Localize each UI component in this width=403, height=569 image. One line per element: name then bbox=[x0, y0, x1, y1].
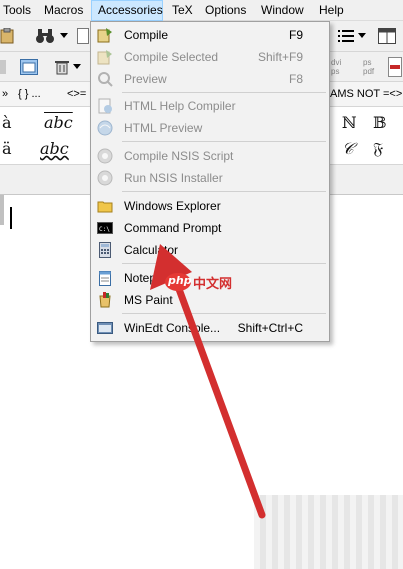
columns-icon[interactable] bbox=[378, 28, 396, 44]
dvi-ps-button[interactable]: dvi ps bbox=[331, 58, 341, 76]
menu-tex[interactable]: TeX bbox=[172, 0, 193, 21]
trash-icon[interactable] bbox=[54, 59, 70, 75]
menu-item-calculator[interactable]: Calculator bbox=[93, 239, 327, 261]
menu-bar: Tools Macros Accessories TeX Options Win… bbox=[0, 0, 403, 21]
cmd-icon: C:\ bbox=[97, 222, 113, 234]
palette-umlaut-a[interactable]: ä bbox=[2, 139, 12, 158]
palette-grave-a[interactable]: à bbox=[2, 113, 12, 132]
palette-mathbb-n[interactable]: ℕ bbox=[342, 113, 357, 132]
palette-widetilde-abc[interactable]: abc bbox=[40, 139, 69, 158]
menu-separator bbox=[122, 313, 326, 314]
menu-item-windows-explorer[interactable]: Windows Explorer bbox=[93, 195, 327, 217]
menu-item-run-nsis-installer[interactable]: Run NSIS Installer bbox=[93, 167, 327, 189]
menu-item-compile-nsis-script[interactable]: Compile NSIS Script bbox=[93, 145, 327, 167]
binoculars-icon[interactable] bbox=[35, 27, 55, 45]
svg-text:C:\: C:\ bbox=[99, 226, 110, 233]
nsis-compile-icon bbox=[97, 148, 113, 164]
ps-pdf-button[interactable]: ps pdf bbox=[363, 58, 374, 76]
menu-item-command-prompt[interactable]: C:\ Command Prompt bbox=[93, 217, 327, 239]
pdf-doc-icon[interactable] bbox=[388, 57, 402, 77]
menu-item-html-preview[interactable]: HTML Preview bbox=[93, 117, 327, 139]
magnifier-icon bbox=[98, 72, 113, 87]
blurred-region bbox=[254, 495, 403, 569]
folder-icon bbox=[97, 201, 113, 213]
nsis-run-icon bbox=[97, 170, 113, 186]
menu-tools[interactable]: Tools bbox=[3, 0, 31, 21]
paint-icon bbox=[99, 292, 111, 308]
arrows-tab[interactable]: <>= bbox=[67, 88, 86, 100]
menu-macros[interactable]: Macros bbox=[44, 0, 83, 21]
menu-item-compile[interactable]: Compile F9 bbox=[93, 24, 327, 46]
notepad-icon bbox=[99, 271, 111, 286]
menu-item-html-help-compiler[interactable]: HTML Help Compiler bbox=[93, 95, 327, 117]
compile-icon bbox=[97, 28, 112, 43]
html-help-icon bbox=[98, 98, 112, 114]
menu-item-preview[interactable]: Preview F8 bbox=[93, 68, 327, 90]
watermark: php 中文网 bbox=[165, 271, 245, 293]
menu-options[interactable]: Options bbox=[205, 0, 246, 21]
menu-separator bbox=[122, 263, 326, 264]
menu-item-winedt-console[interactable]: WinEdt Console... Shift+Ctrl+C bbox=[93, 317, 327, 339]
menu-help[interactable]: Help bbox=[319, 0, 344, 21]
console-icon bbox=[97, 322, 113, 334]
toolbar-handle-icon bbox=[0, 60, 6, 74]
calculator-icon bbox=[99, 242, 111, 258]
palette-mathbb-b[interactable]: 𝔹 bbox=[373, 113, 387, 132]
paste-icon[interactable] bbox=[0, 28, 14, 44]
menu-accessories[interactable]: Accessories bbox=[91, 0, 163, 21]
menu-window[interactable]: Window bbox=[261, 0, 304, 21]
watermark-site: 中文网 bbox=[193, 277, 233, 292]
menu-separator bbox=[122, 141, 326, 142]
menu-separator bbox=[122, 92, 326, 93]
list-bullets-icon[interactable] bbox=[338, 29, 354, 43]
brace-tab[interactable]: { } ... bbox=[18, 88, 41, 100]
accessories-menu: Compile F9 Compile Selected Shift+F9 Pre… bbox=[90, 21, 330, 342]
trash-dropdown-chevron-icon[interactable] bbox=[73, 64, 81, 70]
arrow-tab[interactable]: » bbox=[2, 88, 8, 100]
text-cursor bbox=[10, 207, 12, 229]
find-dropdown-chevron-icon[interactable] bbox=[60, 33, 68, 39]
editor-gutter bbox=[0, 195, 4, 225]
list-dropdown-chevron-icon[interactable] bbox=[358, 33, 366, 39]
compile-selected-icon bbox=[97, 50, 112, 65]
menu-item-compile-selected[interactable]: Compile Selected Shift+F9 bbox=[93, 46, 327, 68]
watermark-brand: php bbox=[168, 274, 192, 287]
window-icon[interactable] bbox=[20, 59, 38, 75]
palette-mathfrak-f[interactable]: 𝔉 bbox=[373, 139, 383, 159]
toolbar-doc-icon[interactable] bbox=[77, 28, 89, 44]
menu-separator bbox=[122, 191, 326, 192]
palette-mathcal-c[interactable]: 𝒞 bbox=[342, 139, 354, 159]
palette-overline-abc[interactable]: abc bbox=[44, 113, 73, 132]
html-preview-icon bbox=[97, 120, 113, 136]
ams-not-tab[interactable]: AMS NOT =<> bbox=[330, 88, 402, 100]
